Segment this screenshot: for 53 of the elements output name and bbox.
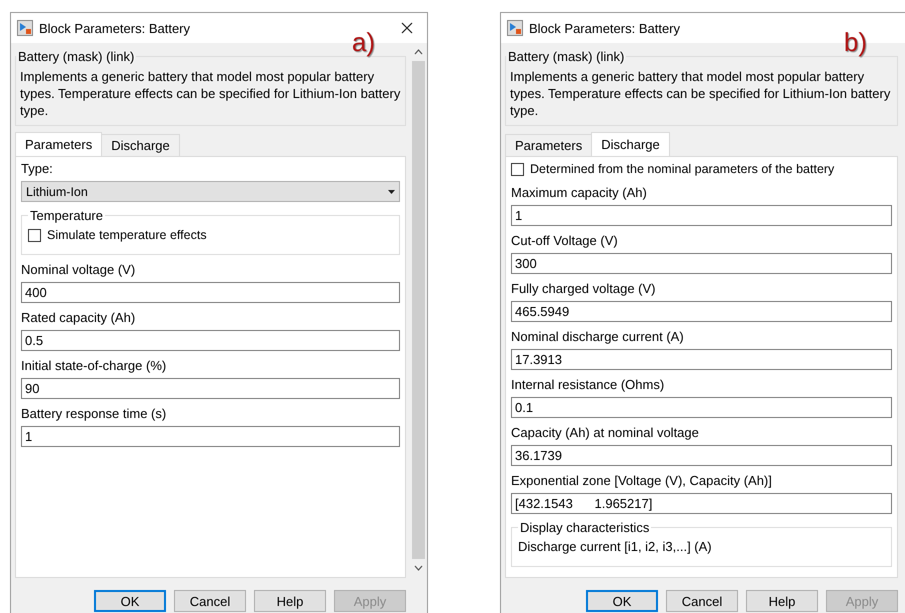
dialog-button[interactable]: Cancel xyxy=(174,590,246,612)
input-field[interactable]: 0.5 xyxy=(21,330,400,351)
annotation-label: b) xyxy=(844,27,867,58)
tab[interactable]: Parameters xyxy=(505,134,592,156)
field-label: Discharge current [i1, i2, i3,...] (A) xyxy=(518,538,713,556)
group-title: Display characteristics xyxy=(519,520,650,535)
field-label: Type: xyxy=(21,160,54,178)
input-field[interactable]: 0.1 xyxy=(511,397,892,418)
annotation-label: a) xyxy=(352,27,375,58)
input-field[interactable]: 465.5949 xyxy=(511,301,892,322)
type-dropdown[interactable]: Lithium-Ion xyxy=(21,181,400,202)
field-label: Initial state-of-charge (%) xyxy=(21,357,168,375)
input-field[interactable]: 36.1739 xyxy=(511,445,892,466)
field-label: Exponential zone [Voltage (V), Capacity (Ah)] xyxy=(511,472,773,490)
dialog-button[interactable]: Help xyxy=(254,590,326,612)
block-icon xyxy=(507,20,523,36)
field-label: Nominal discharge current (A) xyxy=(511,328,685,346)
scroll-up-icon[interactable] xyxy=(414,49,423,55)
dialog-button[interactable]: Cancel xyxy=(666,590,738,612)
input-field[interactable]: [432.1543 1.965217] xyxy=(511,493,892,514)
checkbox[interactable]: Determined from the nominal parameters of the battery xyxy=(511,160,892,178)
field-label: Capacity (Ah) at nominal voltage xyxy=(511,424,700,442)
mask-title: Battery (mask) (link) xyxy=(507,49,626,64)
description-text: Implements a generic battery that model most popular battery types. Temperature effects can be specified for Lithium-Ion battery type. xyxy=(510,68,892,119)
mask-title: Battery (mask) (link) xyxy=(17,49,136,64)
window-title: Block Parameters: Battery xyxy=(39,20,191,36)
field-label: Internal resistance (Ohms) xyxy=(511,376,666,394)
input-field[interactable]: 90 xyxy=(21,378,400,399)
input-field[interactable]: 17.3913 xyxy=(511,349,892,370)
group-title: Temperature xyxy=(29,208,104,223)
field-label: Fully charged voltage (V) xyxy=(511,280,657,298)
dialog-button[interactable]: OK xyxy=(94,590,166,612)
field-label: Maximum capacity (Ah) xyxy=(511,184,648,202)
tab[interactable]: Parameters xyxy=(15,132,102,156)
input-field[interactable]: 1 xyxy=(511,205,892,226)
checkbox[interactable]: Simulate temperature effects xyxy=(28,226,393,244)
tab[interactable]: Discharge xyxy=(101,134,180,156)
input-field[interactable]: 300 xyxy=(511,253,892,274)
field-label: Cut-off Voltage (V) xyxy=(511,232,619,250)
input-field[interactable]: 400 xyxy=(21,282,400,303)
scroll-down-icon[interactable] xyxy=(414,565,423,571)
close-icon xyxy=(401,22,413,34)
input-field[interactable]: 1 xyxy=(21,426,400,447)
field-label: Rated capacity (Ah) xyxy=(21,309,136,327)
block-icon xyxy=(17,20,33,36)
dialog-button[interactable]: Help xyxy=(746,590,818,612)
field-label: Battery response time (s) xyxy=(21,405,168,423)
description-text: Implements a generic battery that model most popular battery types. Temperature effects can be specified for Lithium-Ion battery type. xyxy=(20,68,401,119)
tab[interactable]: Discharge xyxy=(591,132,670,156)
caret-icon xyxy=(388,190,395,194)
field-label: Nominal voltage (V) xyxy=(21,261,136,279)
window-title: Block Parameters: Battery xyxy=(529,20,681,36)
dialog-button[interactable]: OK xyxy=(586,590,658,612)
